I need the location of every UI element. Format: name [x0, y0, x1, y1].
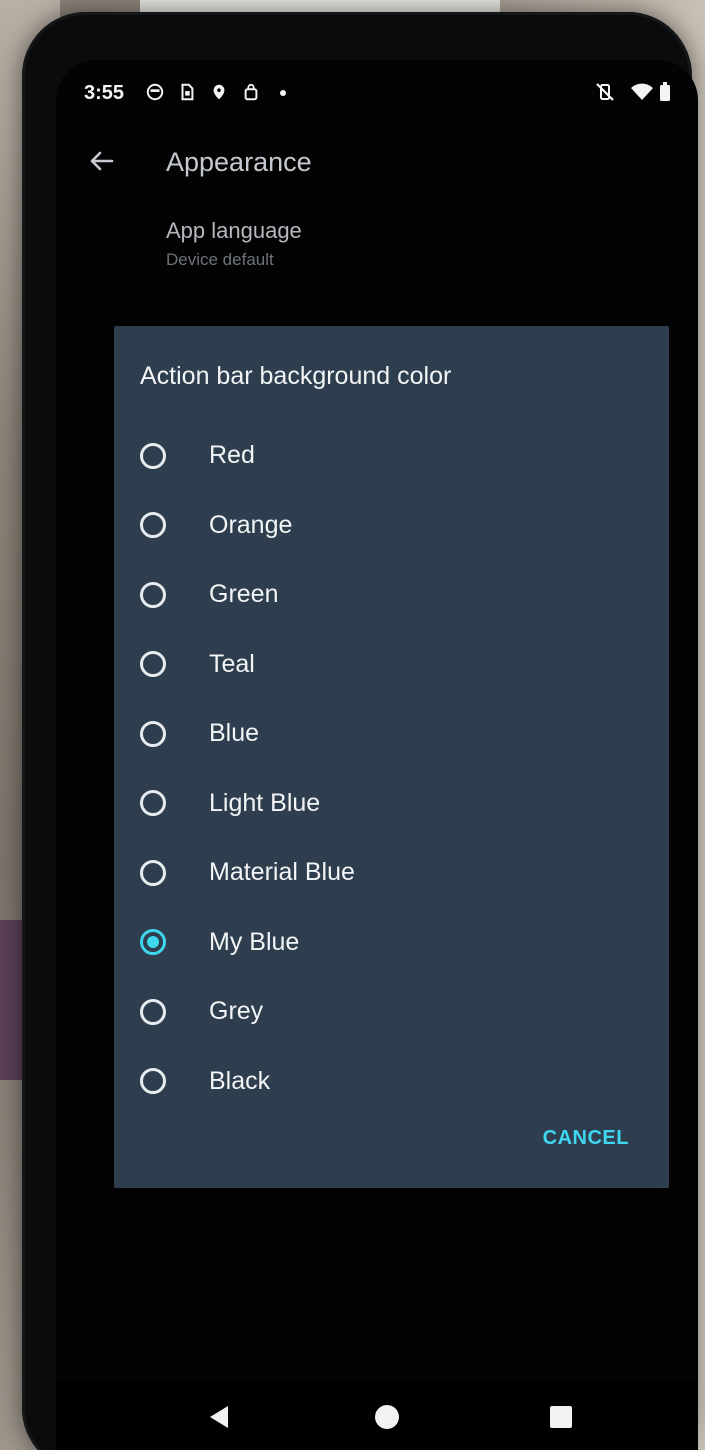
- cancel-button[interactable]: CANCEL: [537, 1119, 635, 1158]
- color-options-list: Red Orange Green Teal Blue Light Blue Ma…: [140, 421, 640, 1116]
- option-grey[interactable]: Grey: [140, 977, 640, 1047]
- app-language-setting[interactable]: App language Device default: [166, 218, 302, 270]
- page-title: Appearance: [166, 147, 312, 177]
- option-label: Green: [209, 580, 279, 609]
- color-picker-dialog: Action bar background color Red Orange G…: [114, 326, 669, 1188]
- option-label: Red: [209, 441, 255, 470]
- triangle-back-icon[interactable]: [204, 1402, 234, 1432]
- option-label: Orange: [209, 510, 293, 539]
- radio-button[interactable]: [140, 1068, 166, 1095]
- setting-title: App language: [166, 218, 302, 243]
- option-orange[interactable]: Orange: [140, 491, 640, 561]
- option-blue[interactable]: Blue: [140, 699, 640, 769]
- navigation-bar: [56, 1380, 698, 1450]
- more-notifications-dot-icon: [278, 82, 288, 102]
- status-time: 3:55: [84, 82, 125, 104]
- setting-value: Device default: [166, 250, 274, 269]
- option-my-blue[interactable]: My Blue: [140, 908, 640, 978]
- arrow-back-icon[interactable]: [86, 146, 116, 176]
- radio-button[interactable]: [140, 790, 166, 817]
- dialog-title: Action bar background color: [140, 362, 452, 390]
- wifi-icon: [630, 82, 654, 102]
- radio-button-selected[interactable]: [140, 929, 166, 956]
- option-label: Teal: [209, 649, 255, 678]
- option-label: Blue: [209, 719, 260, 748]
- radio-button[interactable]: [140, 581, 166, 608]
- option-light-blue[interactable]: Light Blue: [140, 769, 640, 839]
- sim-card-icon: [178, 82, 196, 102]
- radio-button[interactable]: [140, 442, 166, 469]
- square-recents-icon[interactable]: [546, 1402, 576, 1432]
- location-icon: [210, 82, 228, 102]
- notification-icon: [146, 82, 164, 102]
- option-label: Grey: [209, 997, 264, 1026]
- phone-frame: 3:55 Appearance App language Device defa…: [22, 12, 698, 1450]
- radio-button[interactable]: [140, 512, 166, 539]
- option-black[interactable]: Black: [140, 1047, 640, 1117]
- circle-home-icon[interactable]: [372, 1402, 402, 1432]
- option-label: Black: [209, 1066, 271, 1095]
- option-label: Light Blue: [209, 788, 321, 817]
- option-label: Material Blue: [209, 858, 355, 887]
- battery-icon: [658, 82, 672, 102]
- option-material-blue[interactable]: Material Blue: [140, 838, 640, 908]
- option-red[interactable]: Red: [140, 421, 640, 491]
- option-label: My Blue: [209, 927, 300, 956]
- shopping-bag-icon: [242, 82, 260, 102]
- radio-button[interactable]: [140, 998, 166, 1025]
- radio-button[interactable]: [140, 651, 166, 678]
- screen: 3:55 Appearance App language Device defa…: [56, 60, 698, 1450]
- vibrate-off-icon: [594, 82, 616, 102]
- option-teal[interactable]: Teal: [140, 630, 640, 700]
- radio-button[interactable]: [140, 859, 166, 886]
- status-bar: 3:55: [56, 60, 698, 120]
- radio-button[interactable]: [140, 720, 166, 747]
- toolbar: Appearance: [56, 128, 698, 198]
- option-green[interactable]: Green: [140, 560, 640, 630]
